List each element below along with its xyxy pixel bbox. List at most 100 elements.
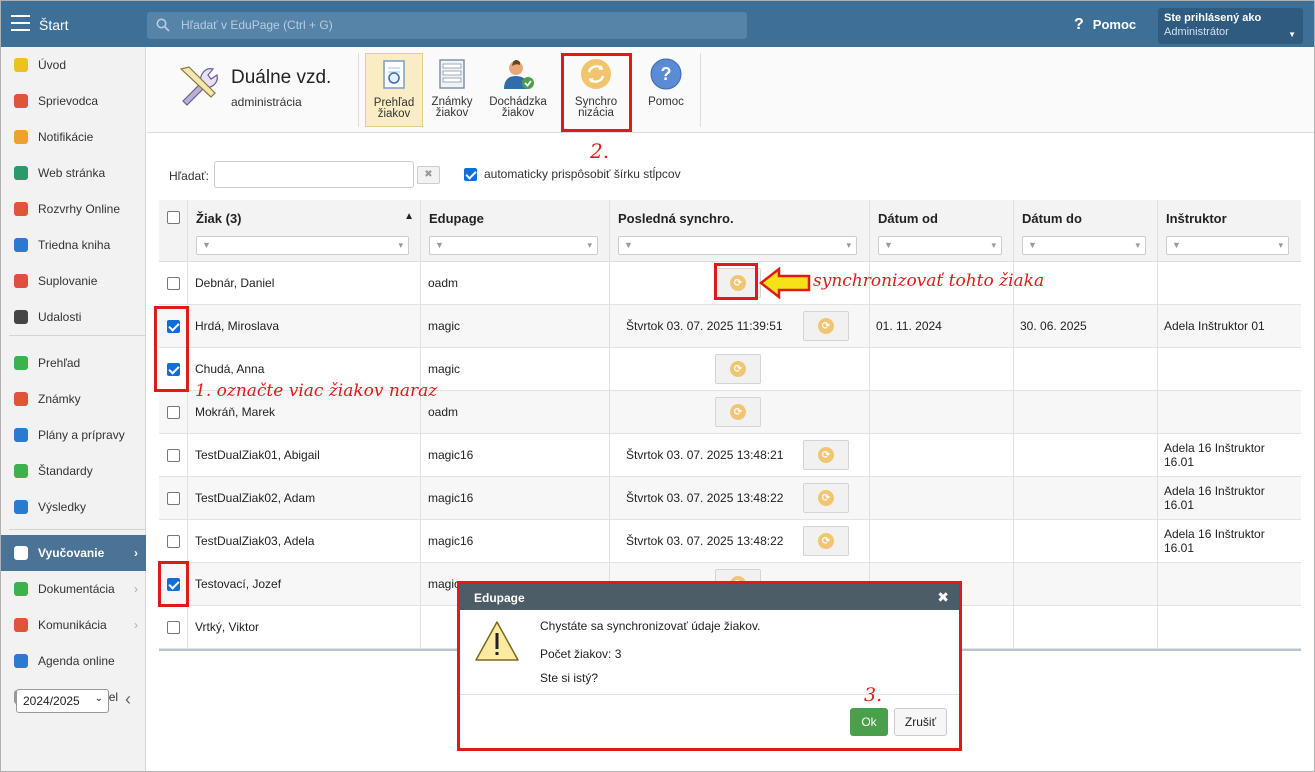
toolbar-separator: [358, 53, 359, 127]
cell-date-to: 30. 06. 2025: [1014, 305, 1158, 347]
col-date-to[interactable]: Dátum do ▼ ▾: [1014, 200, 1158, 261]
students-attendance-button[interactable]: Dochádzka žiakov: [487, 53, 549, 127]
filter-student[interactable]: ▼ ▾: [196, 236, 409, 255]
sync-student-button[interactable]: ⟳: [715, 397, 761, 427]
filter-last-sync[interactable]: ▼ ▾: [618, 236, 857, 255]
sidebar-item-dokumentacia[interactable]: Dokumentácia ›: [1, 571, 146, 607]
module-toolbar: Duálne vzd. administrácia Prehľad žiakov…: [147, 47, 1314, 133]
dialog-title: Edupage: [460, 584, 959, 610]
close-icon[interactable]: ✖: [937, 589, 949, 606]
filter-instructor[interactable]: ▼ ▾: [1166, 236, 1289, 255]
filter-date-from[interactable]: ▼ ▾: [878, 236, 1002, 255]
help-icon: ?: [650, 58, 682, 90]
collapse-sidebar-icon[interactable]: ‹: [125, 689, 131, 710]
filter-edupage[interactable]: ▼ ▾: [429, 236, 598, 255]
user-name: Administrátor: [1164, 26, 1229, 38]
table-row[interactable]: Hrdá, Miroslava magic Štvrtok 03. 07. 2025…: [159, 305, 1301, 348]
cell-instructor: Adela 16 Inštruktor 16.01: [1158, 520, 1301, 562]
col-instructor[interactable]: Inštruktor ▼ ▾: [1158, 200, 1301, 261]
sidebar-item-label: Web stránka: [38, 166, 106, 180]
students-grades-button[interactable]: Známky žiakov: [423, 53, 481, 127]
help-button[interactable]: ? Pomoc: [637, 53, 695, 127]
user-menu[interactable]: Ste prihlásený ako Administrátor ▼: [1158, 8, 1303, 44]
sync-student-button[interactable]: ⟳: [715, 354, 761, 384]
col-date-from[interactable]: Dátum od ▼ ▾: [870, 200, 1014, 261]
help-link[interactable]: ? Pomoc: [1074, 16, 1136, 34]
start-link[interactable]: Štart: [39, 17, 69, 33]
select-all-cell: [159, 200, 188, 261]
row-checkbox[interactable]: [166, 405, 180, 419]
students-overview-button[interactable]: Prehľad žiakov: [365, 53, 423, 127]
row-checkbox[interactable]: [166, 620, 180, 634]
row-checkbox[interactable]: [166, 276, 180, 290]
table-row[interactable]: TestDualZiak02, Adam magic16 Štvrtok 03. 0…: [159, 477, 1301, 520]
sidebar-item-web-stranka[interactable]: Web stránka: [1, 155, 146, 191]
sync-icon: ⟳: [818, 490, 834, 506]
sidebar-item-label: Triedna kniha: [38, 238, 111, 252]
highlight-row-sync: [714, 263, 758, 300]
cell-instructor: Adela 16 Inštruktor 16.01: [1158, 477, 1301, 519]
col-student-label: Žiak (3): [196, 211, 242, 226]
last-sync-value: Štvrtok 03. 07. 2025 13:48:22: [626, 491, 784, 505]
grade-icon: [11, 390, 31, 408]
clear-search-button[interactable]: ✖: [417, 166, 440, 184]
sidebar-item-uvod[interactable]: Úvod: [1, 47, 146, 83]
col-last-sync[interactable]: Posledná synchro. ▼ ▾: [610, 200, 870, 261]
cell-student: TestDualZiak02, Adam: [188, 477, 421, 519]
select-all-checkbox[interactable]: [166, 211, 180, 224]
cell-last-sync: Štvrtok 03. 07. 2025 11:39:51 ⟳: [610, 305, 870, 347]
dialog-message: Chystáte sa synchronizovať údaje žiakov.: [540, 619, 761, 633]
sidebar-item-suplovanie[interactable]: Suplovanie: [1, 263, 146, 299]
sidebar-item-prehlad[interactable]: Prehľad: [1, 345, 146, 381]
user-title: Ste prihlásený ako: [1164, 12, 1262, 24]
sidebar-item-znamky[interactable]: Známky: [1, 381, 146, 417]
sidebar-item-label: Udalosti: [38, 310, 82, 324]
row-checkbox[interactable]: [166, 491, 180, 505]
sync-student-button[interactable]: ⟳: [803, 311, 849, 341]
autowidth-checkbox[interactable]: [464, 168, 477, 181]
row-checkbox[interactable]: [166, 534, 180, 548]
school-year-select[interactable]: 2024/2025 ⌄: [16, 689, 109, 713]
table-row[interactable]: TestDualZiak01, Abigail magic16 Štvrtok 03…: [159, 434, 1301, 477]
tb-label-2b: žiakov: [435, 107, 469, 119]
sidebar-item-label: Plány a prípravy: [38, 428, 125, 442]
shield-icon: [11, 462, 31, 480]
book-icon: [11, 236, 31, 254]
filter-search-input[interactable]: [214, 161, 414, 188]
row-checkbox[interactable]: [166, 448, 180, 462]
ok-button[interactable]: Ok: [850, 708, 888, 736]
highlight-sync-button: [561, 53, 632, 132]
search-input[interactable]: Hľadať v EduPage (Ctrl + G): [147, 12, 747, 39]
row-select-cell: [159, 434, 188, 476]
hamburger-menu-icon[interactable]: [11, 15, 30, 31]
dropdown-icon: ▾: [846, 240, 851, 250]
dropdown-icon: ▾: [398, 240, 403, 250]
sync-student-button[interactable]: ⟳: [803, 526, 849, 556]
sidebar-item-vyucovanie[interactable]: Vyučovanie ›: [1, 535, 146, 571]
cell-student: Testovací, Jozef: [188, 563, 421, 605]
sidebar-item-agenda-online[interactable]: Agenda online: [1, 643, 146, 679]
sidebar-item-rozvrhy-online[interactable]: Rozvrhy Online: [1, 191, 146, 227]
sidebar-item-standardy[interactable]: Štandardy: [1, 453, 146, 489]
filter-date-to[interactable]: ▼ ▾: [1022, 236, 1146, 255]
sidebar-item-notifikacie[interactable]: Notifikácie: [1, 119, 146, 155]
sync-student-button[interactable]: ⟳: [803, 440, 849, 470]
sidebar-divider: [9, 529, 146, 530]
sidebar-item-vysledky[interactable]: Výsledky: [1, 489, 146, 525]
sidebar-item-sprievodca[interactable]: Sprievodca: [1, 83, 146, 119]
sidebar-item-triedna-kniha[interactable]: Triedna kniha: [1, 227, 146, 263]
edupage-value: oadm: [428, 405, 459, 419]
sidebar-item-komunikacia[interactable]: Komunikácia ›: [1, 607, 146, 643]
tb-label-1b: žiakov: [377, 108, 411, 120]
col-student[interactable]: Žiak (3) ▲ ▼ ▾: [188, 200, 421, 261]
sidebar-item-plany-a-pripravy[interactable]: Plány a prípravy: [1, 417, 146, 453]
sync-student-button[interactable]: ⟳: [803, 483, 849, 513]
check-circle-icon: [11, 354, 31, 372]
col-edupage[interactable]: Edupage ▼ ▾: [421, 200, 610, 261]
cancel-button[interactable]: Zrušiť: [894, 708, 947, 736]
student-name: TestDualZiak01, Abigail: [195, 448, 320, 462]
sidebar-item-udalosti[interactable]: Udalosti: [1, 299, 146, 335]
table-row[interactable]: TestDualZiak03, Adela magic16 Štvrtok 03. …: [159, 520, 1301, 563]
cell-date-to: [1014, 391, 1158, 433]
cell-student: TestDualZiak03, Adela: [188, 520, 421, 562]
